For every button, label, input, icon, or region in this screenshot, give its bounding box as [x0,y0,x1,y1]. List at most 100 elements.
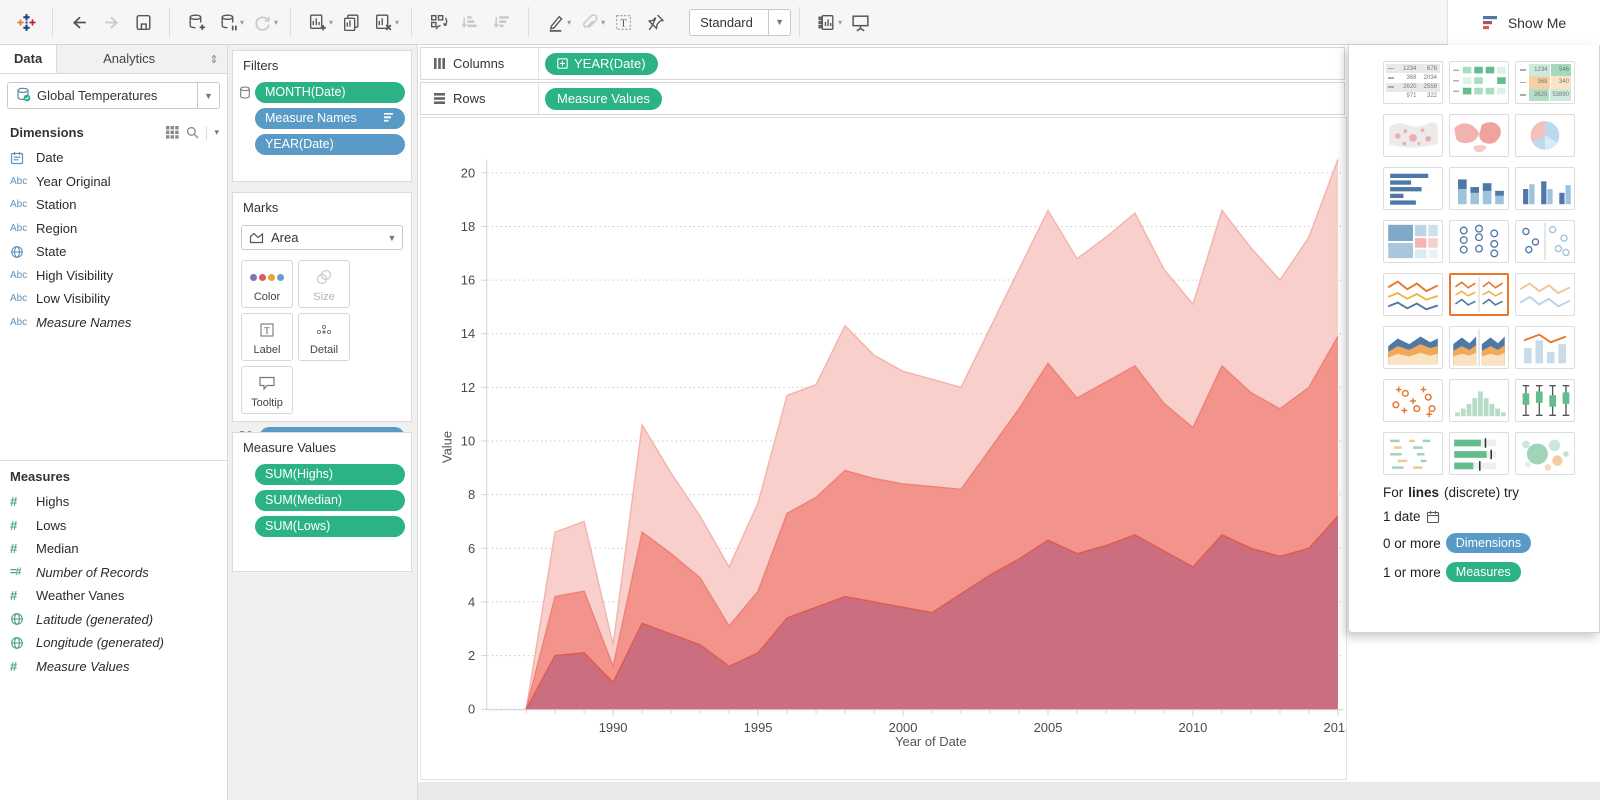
redo-button[interactable] [95,6,127,38]
tooltip-button[interactable]: Tooltip [241,366,293,414]
svg-text:2000: 2000 [889,720,918,735]
measure-values-pill-sum-median[interactable]: SUM(Median) [255,490,405,511]
svg-text:1990: 1990 [599,720,628,735]
datasource-caret[interactable]: ▼ [197,83,219,108]
field-region[interactable]: AbcRegion [0,217,227,241]
showme-histogram[interactable] [1449,379,1509,422]
datasource-filter-icon [239,86,255,99]
field-state[interactable]: State [0,240,227,264]
view-data-icon[interactable] [166,126,179,139]
rows-pill-measure-values[interactable]: Measure Values [545,88,662,110]
showme-side-by-side-circles[interactable] [1515,220,1575,263]
fit-selector[interactable]: Standard ▼ [689,9,791,36]
show-me-button[interactable]: Show Me [1447,0,1600,45]
field-measure-names[interactable]: AbcMeasure Names [0,311,227,335]
showme-stacked-bars[interactable] [1449,167,1509,210]
field-station[interactable]: AbcStation [0,193,227,217]
mark-type-dropdown[interactable]: Area ▼ [241,225,403,250]
pane-options-icon[interactable]: ⇕ [201,45,227,73]
datasource-selector[interactable]: Global Temperatures ▼ [7,82,220,109]
showme-lines-continuous[interactable] [1383,273,1443,316]
swap-rows-columns-button[interactable] [422,6,454,38]
dimensions-header: Dimensions ▾ [0,117,227,146]
field-low-visibility[interactable]: AbcLow Visibility [0,287,227,311]
size-button[interactable]: Size [298,260,350,308]
sort-ascending-button[interactable] [454,6,486,38]
showme-bullet-graph[interactable] [1449,432,1509,475]
color-button[interactable]: Color [241,260,293,308]
showme-area-continuous[interactable] [1383,326,1443,369]
rows-shelf[interactable]: Rows Measure Values [420,82,1345,115]
showme-packed-bubbles[interactable] [1515,432,1575,475]
columns-pill-year-date[interactable]: YEAR(Date) [545,53,658,75]
showme-pie-chart[interactable] [1515,114,1575,157]
field-year-original[interactable]: AbcYear Original [0,170,227,194]
mark-labels-caret[interactable]: ▾ [838,18,842,27]
area-chart[interactable]: 0246810121416182019901995200020052010201… [421,118,1346,779]
clear-sheet-caret[interactable]: ▾ [395,18,399,27]
mark-type-caret[interactable]: ▼ [382,233,402,243]
color-icon [250,266,284,288]
tab-data[interactable]: Data [0,45,57,73]
new-data-source-button[interactable] [180,6,212,38]
field-lows[interactable]: #Lows [0,514,227,538]
showme-side-by-side-bars[interactable] [1515,167,1575,210]
search-icon[interactable] [186,126,199,139]
tab-analytics[interactable]: Analytics [57,45,201,73]
fit-selector-caret[interactable]: ▼ [768,10,790,35]
refresh-caret[interactable]: ▾ [274,18,278,27]
showme-gantt[interactable] [1383,432,1443,475]
showme-horizontal-bars[interactable] [1383,167,1443,210]
columns-shelf[interactable]: Columns YEAR(Date) [420,47,1345,80]
showme-filled-map[interactable] [1449,114,1509,157]
field-weather-vanes[interactable]: #Weather Vanes [0,584,227,608]
showme-hint-line: Forlines(discrete) try [1383,485,1583,500]
expand-plus-icon[interactable] [557,58,568,69]
showme-area-discrete[interactable] [1449,326,1509,369]
showme-dual-combination[interactable] [1515,326,1575,369]
showme-symbol-map[interactable] [1383,114,1443,157]
svg-text:Value: Value [439,431,454,463]
text-annotation-button[interactable]: T [607,6,639,38]
attach-caret[interactable]: ▾ [601,18,605,27]
field-median[interactable]: #Median [0,537,227,561]
save-button[interactable] [127,6,159,38]
show-me-label: Show Me [1508,15,1566,31]
sort-descending-button[interactable] [486,6,518,38]
field-highs[interactable]: #Highs [0,490,227,514]
showme-dual-lines[interactable] [1515,273,1575,316]
field-high-visibility[interactable]: AbcHigh Visibility [0,264,227,288]
pause-updates-caret[interactable]: ▾ [240,18,244,27]
showme-box-and-whisker[interactable] [1515,379,1575,422]
filter-pill-year-date[interactable]: YEAR(Date) [255,134,405,155]
hash-icon: # [10,541,36,556]
showme-heat-map[interactable]: 1234546 368340 262053890 [1515,61,1575,104]
showme-text-table[interactable]: 1234678 3682034 26202559 971322 [1383,61,1443,104]
field-latitude-generated[interactable]: Latitude (generated) [0,608,227,632]
measure-values-pill-sum-highs[interactable]: SUM(Highs) [255,464,405,485]
measure-values-pill-sum-lows[interactable]: SUM(Lows) [255,516,405,537]
new-worksheet-caret[interactable]: ▾ [329,18,333,27]
filter-pill-measure-names[interactable]: Measure Names [255,108,405,129]
chart-sheet[interactable]: 0246810121416182019901995200020052010201… [420,117,1347,780]
showme-treemap[interactable] [1383,220,1443,263]
showme-lines-discrete[interactable] [1449,273,1509,316]
dimensions-menu-caret[interactable]: ▾ [214,127,219,138]
showme-circle-views[interactable] [1449,220,1509,263]
filter-pill-month-date[interactable]: MONTH(Date) [255,82,405,103]
showme-scatter-plot[interactable] [1383,379,1443,422]
pin-button[interactable] [639,6,671,38]
label-button[interactable]: T Label [241,313,293,361]
filters-card: Filters MONTH(Date)Measure NamesYEAR(Dat… [232,50,412,182]
field-longitude-generated[interactable]: Longitude (generated) [0,631,227,655]
field-date[interactable]: Date [0,146,227,170]
field-number-of-records[interactable]: =#Number of Records [0,561,227,585]
measure-values-card: Measure Values SUM(Highs)SUM(Median)SUM(… [232,432,412,572]
highlight-caret[interactable]: ▾ [567,18,571,27]
duplicate-sheet-button[interactable] [335,6,367,38]
undo-button[interactable] [63,6,95,38]
presentation-mode-button[interactable] [844,6,876,38]
showme-highlight-table[interactable] [1449,61,1509,104]
field-measure-values[interactable]: #Measure Values [0,655,227,679]
detail-button[interactable]: Detail [298,313,350,361]
